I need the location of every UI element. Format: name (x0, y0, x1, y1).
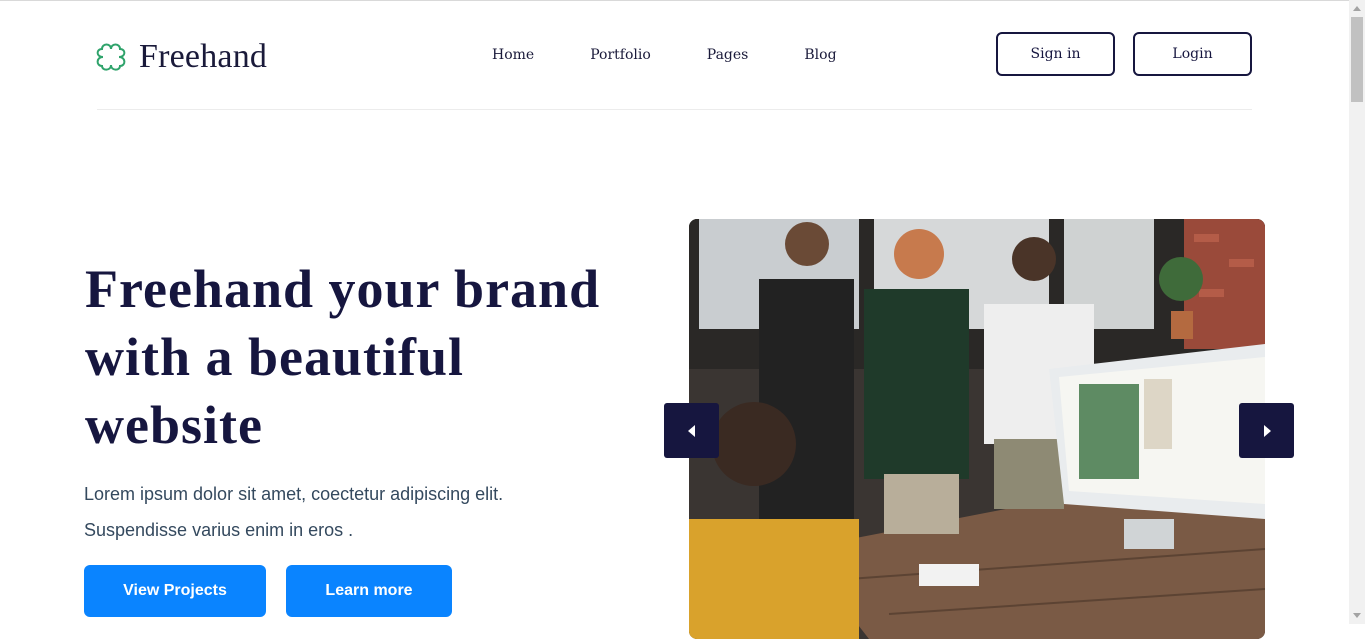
nav-portfolio[interactable]: Portfolio (590, 47, 651, 63)
learn-more-button[interactable]: Learn more (286, 565, 452, 617)
scrollbar-thumb[interactable] (1351, 17, 1363, 102)
view-projects-button[interactable]: View Projects (84, 565, 266, 617)
brand-name: Freehand (139, 38, 268, 75)
top-border (0, 0, 1349, 1)
sign-in-button[interactable]: Sign in (996, 32, 1115, 76)
hero-title: Freehand your brand with a beautiful web… (85, 259, 601, 455)
nav-home[interactable]: Home (492, 47, 534, 63)
clover-icon (96, 43, 126, 71)
scroll-up-icon[interactable] (1353, 6, 1361, 11)
slider-prev-button[interactable] (664, 403, 719, 458)
header-divider (97, 109, 1252, 110)
nav-blog[interactable]: Blog (804, 47, 836, 63)
brand-logo[interactable]: Freehand (95, 38, 267, 76)
slider-next-button[interactable] (1239, 403, 1294, 458)
caret-right-icon (1263, 424, 1271, 437)
hero-photo (689, 219, 1265, 639)
scroll-down-icon[interactable] (1353, 613, 1361, 618)
login-button[interactable]: Login (1133, 32, 1252, 76)
nav-pages[interactable]: Pages (707, 47, 749, 63)
caret-left-icon (687, 424, 695, 437)
hero-subtitle: Lorem ipsum dolor sit amet, coectetur ad… (84, 484, 504, 540)
main-nav: Home Portfolio Pages Blog (492, 47, 893, 63)
hero-image-slider[interactable] (689, 219, 1265, 639)
